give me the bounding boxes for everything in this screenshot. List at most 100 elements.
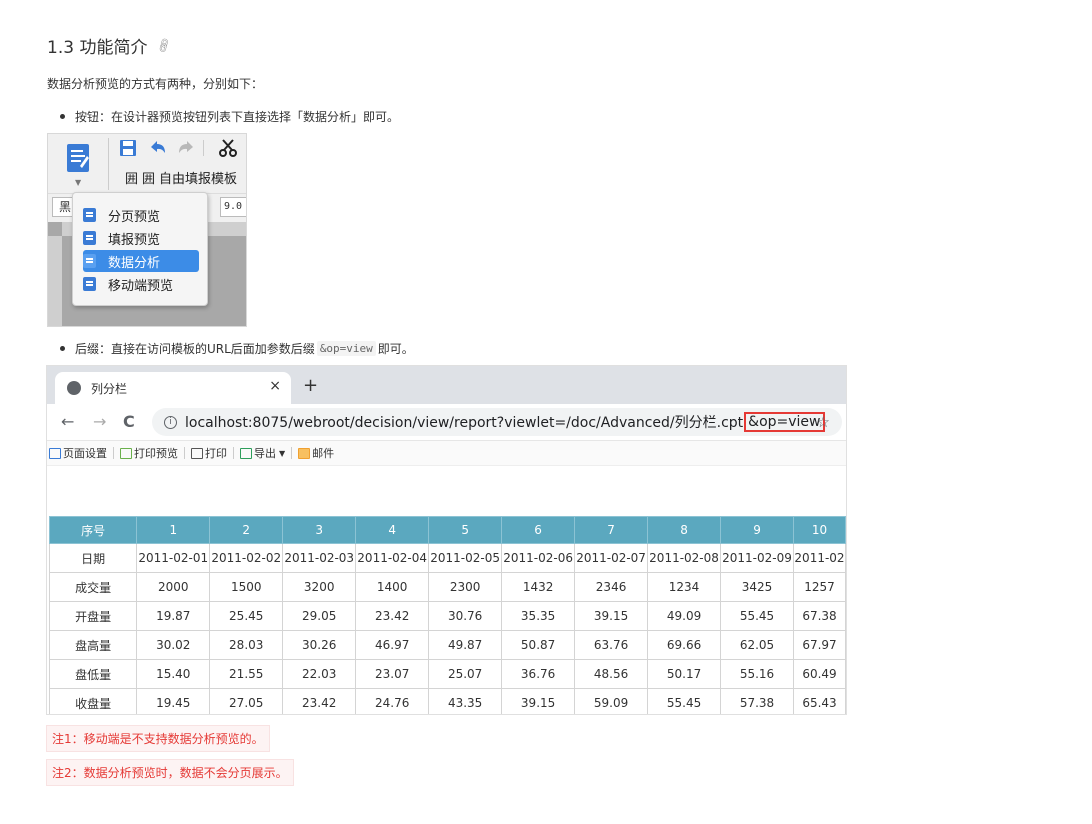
table-cell: 2011-02-01 (136, 543, 211, 573)
table-header-cell: 8 (647, 516, 722, 544)
table-cell: 28.03 (209, 630, 284, 660)
vertical-ruler (48, 236, 62, 326)
print-preview-button[interactable]: 打印预览 (120, 445, 178, 461)
table-header-cell: 10 (793, 516, 846, 544)
table-cell: 2011-02 (793, 543, 846, 573)
table-cell: 29.05 (282, 601, 357, 631)
info-icon[interactable]: i (164, 415, 177, 429)
table-cell: 2011-02-05 (428, 543, 503, 573)
url-text: localhost:8075/webroot/decision/view/rep… (185, 415, 744, 431)
table-row: 盘低量 15.40 21.55 22.03 23.07 25.07 36.76 48.56 50… (48, 659, 846, 689)
export-button[interactable]: 导出 ▼ (240, 445, 285, 461)
menu-item-fill-preview[interactable]: 填报预览 (83, 227, 199, 249)
table-cell: 36.76 (501, 659, 576, 689)
url-input[interactable]: i localhost:8075/webroot/decision/view/r… (152, 408, 842, 436)
email-button[interactable]: 邮件 (298, 445, 334, 461)
menu-item-label: 填报预览 (108, 232, 161, 248)
print-button[interactable]: 打印 (191, 445, 227, 461)
table-cell: 55.16 (720, 659, 794, 689)
menu-item-mobile-preview[interactable]: 移动端预览 (83, 273, 199, 295)
table-cell: 2011-02-04 (355, 543, 430, 573)
table-cell: 43.35 (428, 688, 503, 714)
table-cell: 50.87 (501, 630, 576, 660)
preview-button-icon[interactable] (65, 142, 93, 174)
table-cell: 2011-02-02 (209, 543, 284, 573)
globe-icon (67, 381, 81, 395)
reload-button[interactable]: C (123, 412, 135, 431)
back-button[interactable]: ← (61, 412, 74, 431)
table-cell: 2300 (428, 572, 503, 602)
page-setup-button[interactable]: 页面设置 (49, 445, 107, 461)
bullet-text: 后缀：直接在访问模板的URL后面加参数后缀 (75, 342, 315, 356)
font-family-select[interactable]: 黑 (52, 197, 74, 217)
tab-title: 列分栏 (91, 381, 128, 396)
bullet-text: 按钮：在设计器预览按钮列表下直接选择「数据分析」即可。 (75, 110, 400, 124)
table-cell: 2000 (136, 572, 211, 602)
table-header-cell: 1 (136, 516, 211, 544)
frame-icon[interactable]: 囲 (125, 168, 138, 187)
table-header-cell: 序号 (48, 516, 138, 544)
table-header-cell: 5 (428, 516, 503, 544)
menu-item-label: 数据分析 (108, 255, 161, 271)
report-toolbar: 页面设置 打印预览 打印 导出 ▼ 邮件 (47, 440, 846, 466)
table-cell: 1234 (647, 572, 722, 602)
bullet-dot (60, 346, 65, 351)
menu-item-data-analysis[interactable]: 数据分析 (83, 250, 199, 272)
mobile-preview-icon (83, 277, 96, 291)
table-cell: 27.05 (209, 688, 284, 714)
print-preview-icon (120, 447, 132, 459)
grid-icon[interactable]: 囲 (142, 168, 155, 187)
printer-icon (191, 447, 203, 459)
save-icon[interactable] (118, 138, 138, 158)
toolbar-divider (233, 447, 234, 459)
free-fill-template-label[interactable]: 自由填报模板 (159, 168, 237, 187)
table-header-cell: 2 (209, 516, 284, 544)
table-cell: 24.76 (355, 688, 430, 714)
scissors-icon[interactable] (218, 138, 238, 158)
table-row: 收盘量 19.45 27.05 23.42 24.76 43.35 39.15 59.09 55… (48, 688, 846, 714)
browser-screenshot: 列分栏 × + ← → C i localhost:8075/webroot/d… (46, 365, 847, 715)
table-cell: 65.43 (793, 688, 846, 714)
table-cell: 30.02 (136, 630, 211, 660)
table-cell: 57.38 (720, 688, 794, 714)
row-label-cell: 日期 (48, 543, 138, 573)
table-cell: 67.38 (793, 601, 846, 631)
close-icon[interactable]: × (269, 378, 281, 394)
toolbar-label: 页面设置 (63, 447, 107, 460)
note-2: 注2：数据分析预览时，数据不会分页展示。 (46, 759, 294, 786)
new-tab-button[interactable]: + (303, 375, 318, 396)
forward-button[interactable]: → (93, 412, 106, 431)
undo-icon[interactable] (148, 138, 168, 158)
table-header-cell: 9 (720, 516, 794, 544)
table-cell: 23.07 (355, 659, 430, 689)
table-row: 成交量 2000 1500 3200 1400 2300 1432 2346 1234 3425 1… (48, 572, 846, 602)
table-cell: 55.45 (647, 688, 722, 714)
bullet-button-method: 按钮：在设计器预览按钮列表下直接选择「数据分析」即可。 (60, 108, 399, 125)
table-cell: 46.97 (355, 630, 430, 660)
toolbar-label: 邮件 (312, 447, 335, 460)
table-header-row: 序号 1 2 3 4 5 6 7 8 9 10 (48, 516, 846, 544)
table-cell: 19.45 (136, 688, 211, 714)
table-cell: 22.03 (282, 659, 357, 689)
bookmark-star-icon[interactable]: ☆ (817, 413, 830, 431)
table-cell: 30.26 (282, 630, 357, 660)
menu-item-label: 移动端预览 (108, 278, 174, 294)
bullet-text-end: 即可。 (377, 342, 414, 356)
redo-icon[interactable] (176, 138, 196, 158)
anchor-link-icon[interactable]: 🔗︎ (155, 36, 174, 54)
section-title: 1.3 功能简介 (47, 38, 148, 58)
menu-item-page-preview[interactable]: 分页预览 (83, 204, 199, 226)
intro-text: 数据分析预览的方式有两种，分别如下： (47, 77, 264, 91)
toolbar-label: 导出 (254, 447, 276, 460)
table-header-cell: 3 (282, 516, 357, 544)
table-row: 盘高量 30.02 28.03 30.26 46.97 49.87 50.87 63.76 69… (48, 630, 846, 660)
row-label-cell: 盘低量 (48, 659, 138, 689)
font-size-input[interactable]: 9.0 (220, 197, 246, 217)
bullet-suffix-method: 后缀：直接在访问模板的URL后面加参数后缀 &op=view 即可。 (60, 340, 414, 357)
table-cell: 19.87 (136, 601, 211, 631)
browser-tab[interactable]: 列分栏 × (55, 372, 291, 404)
menu-item-label: 分页预览 (108, 209, 161, 225)
table-cell: 21.55 (209, 659, 284, 689)
chevron-down-icon[interactable]: ▼ (75, 178, 81, 187)
toolbar-divider (108, 138, 109, 190)
